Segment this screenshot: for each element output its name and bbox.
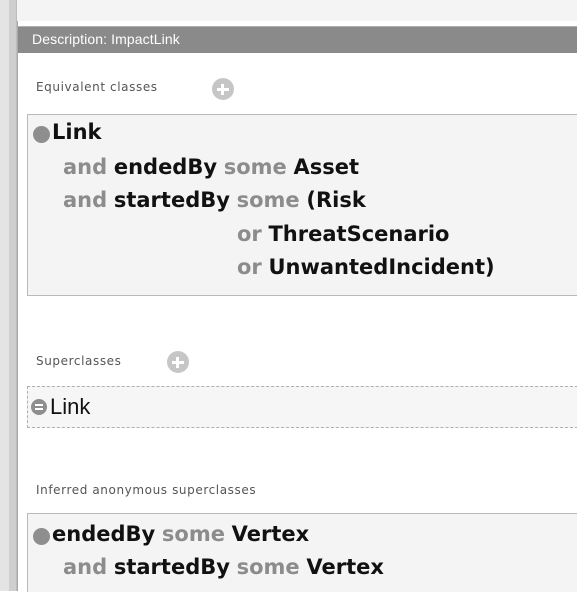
equivalent-classes-label: Equivalent classes [36,80,158,94]
superclass-name: Link [50,394,91,419]
add-equivalent-class-icon[interactable] [212,78,234,100]
expression-line-1: Link [52,120,102,144]
inferred-line-2: and startedBy some Vertex [63,555,384,579]
filled-circle-icon [33,126,50,143]
inferred-superclasses-label: Inferred anonymous superclasses [36,483,257,497]
view-titlebar: Description: ImpactLink [18,26,577,53]
expression-line-3: and startedBy some (Risk [63,188,366,212]
expression-line-4: or ThreatScenario [237,222,450,246]
expression-line-2: and endedBy some Asset [63,155,360,179]
equivalent-class-frame[interactable]: Link and endedBy some Asset and startedB… [27,114,577,296]
left-panel-edge [10,0,17,591]
view-title: Description: ImpactLink [32,31,180,47]
superclass-row[interactable]: Link [27,386,577,428]
description-view [17,21,577,591]
expression-line-5: or UnwantedIncident) [237,255,495,279]
filled-circle-icon [33,528,50,545]
add-superclass-icon[interactable] [167,351,189,373]
left-splitter[interactable] [0,0,10,591]
window-frame: Description: ImpactLink Equivalent class… [0,0,577,592]
inferred-line-1: endedBy some Vertex [52,522,310,546]
lines-circle-icon [31,399,47,415]
inferred-superclass-frame[interactable]: endedBy some Vertex and startedBy some V… [27,513,577,592]
superclasses-label: Superclasses [36,354,122,368]
